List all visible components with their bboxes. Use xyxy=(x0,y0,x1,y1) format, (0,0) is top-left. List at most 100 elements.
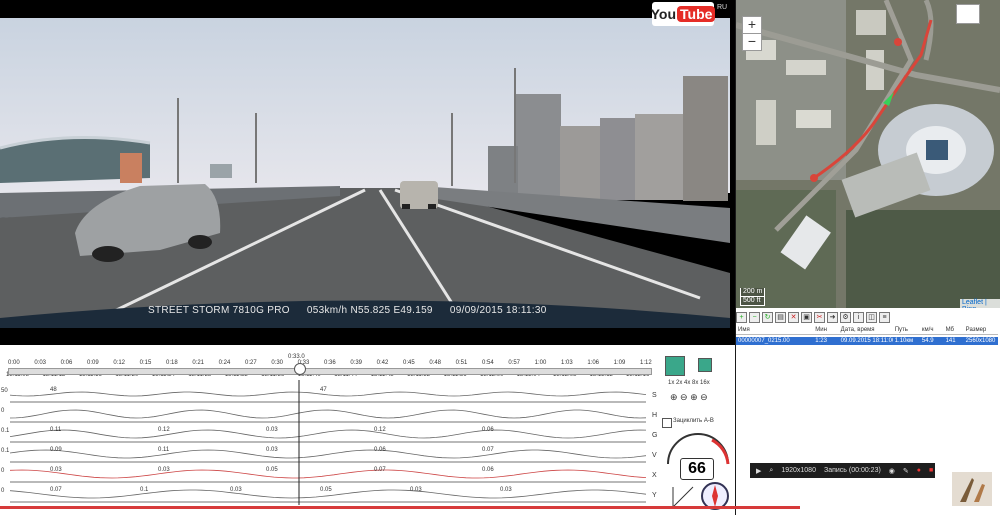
camera-icon[interactable]: ◉ xyxy=(889,467,895,475)
track-value-label: 0.03 xyxy=(410,487,422,493)
timeline-scrubber[interactable] xyxy=(8,368,652,375)
table-cell: 09.09.2015 18:11:00 xyxy=(840,338,893,344)
open-icon[interactable]: ▤ xyxy=(775,311,786,323)
pause-button[interactable] xyxy=(665,356,685,376)
layers-icon[interactable] xyxy=(956,4,980,24)
time-tick: 1:03 xyxy=(561,360,573,366)
cut-icon[interactable]: ✂ xyxy=(814,311,825,323)
telemetry-graphs[interactable]: S 50 48 47 H 0 G 0.1 0.11 0.12 0.03 0.12 0.06 V 0.1 0.0… xyxy=(0,380,660,515)
track-name: H xyxy=(652,412,657,419)
track-trace xyxy=(9,449,647,459)
track-value-label: 0.03 xyxy=(50,467,62,473)
export-icon[interactable]: ➜ xyxy=(827,311,838,323)
track-value-label: 0.1 xyxy=(140,487,149,493)
zoom-in-button[interactable]: + xyxy=(742,16,762,34)
satellite-map[interactable]: + − xyxy=(736,0,1000,308)
track-scale: 0 xyxy=(1,488,5,494)
track-value-label: 0.09 xyxy=(50,447,62,453)
track-trace xyxy=(9,391,647,397)
time-tick: 0:45 xyxy=(403,360,415,366)
track-trace xyxy=(9,429,647,439)
track-value-label: 0.03 xyxy=(266,427,278,433)
time-tick: 0:27 xyxy=(245,360,257,366)
stop-button[interactable] xyxy=(698,358,712,372)
column-header[interactable]: Дата, время xyxy=(839,326,893,334)
track-scale: 0.1 xyxy=(1,448,10,454)
time-tick: 0:15 xyxy=(139,360,152,366)
track-scale: 0.1 xyxy=(1,428,10,434)
remove-file-icon[interactable]: − xyxy=(749,311,760,323)
save-icon[interactable]: ▣ xyxy=(801,311,812,323)
refresh-icon[interactable]: ↻ xyxy=(762,311,773,323)
time-tick: 0:06 xyxy=(60,360,73,366)
list-view-icon[interactable]: ≡ xyxy=(879,311,890,323)
track-trace xyxy=(9,409,647,419)
youtube-region: RU xyxy=(717,4,728,11)
stop-record-icon[interactable]: ■ xyxy=(929,467,933,474)
play-icon[interactable]: ▶ xyxy=(756,467,761,475)
add-file-icon[interactable]: + xyxy=(736,311,747,323)
edit-icon[interactable]: ✎ xyxy=(903,467,909,475)
time-tick: 0:30 xyxy=(271,360,284,366)
current-time: 0:33.0 xyxy=(288,354,305,360)
time-tick: 0:24 xyxy=(218,360,231,366)
table-row[interactable]: 00000007_0215.00 1:23 09.09.2015 18:11:00 1… xyxy=(736,337,998,345)
track-value-label: 0.05 xyxy=(266,467,278,473)
track-value-label: 0.03 xyxy=(266,447,278,453)
table-cell: 2560x1080 xyxy=(965,338,996,344)
track-scale: 50 xyxy=(1,388,8,394)
map-scale: 200 m 500 ft xyxy=(740,288,766,306)
table-cell: 141 xyxy=(945,338,956,344)
track-value-label: 0.06 xyxy=(374,447,386,453)
video-player[interactable]: STREET STORM 7810G PRO 053km/h N55.825 E… xyxy=(0,0,735,345)
playhead-handle[interactable] xyxy=(294,363,306,375)
track-value-label: 0.03 xyxy=(500,487,512,493)
track-value-label: 0.11 xyxy=(158,447,170,453)
time-tick: 0:36 xyxy=(324,360,336,366)
delete-icon[interactable]: ✕ xyxy=(788,311,799,323)
column-header[interactable]: Мин xyxy=(813,326,838,334)
track-name: V xyxy=(652,452,657,459)
record-status: Запись (00:00:23) xyxy=(823,467,881,474)
time-tick: 0:57 xyxy=(508,360,521,366)
track-value-label: 0.12 xyxy=(374,427,386,433)
record-icon[interactable]: ● xyxy=(917,467,921,474)
column-header[interactable]: Мб xyxy=(944,326,964,334)
column-header[interactable]: Путь xyxy=(893,326,920,334)
track-value-label: 0.12 xyxy=(158,427,170,433)
time-tick: 0:09 xyxy=(87,360,99,366)
table-cell: 00000007_0215.00 xyxy=(738,338,790,344)
time-tick: 0:18 xyxy=(166,360,178,366)
resolution-label[interactable]: 1920x1080 xyxy=(781,467,816,474)
track-value-label: 48 xyxy=(50,387,57,393)
track-name: G xyxy=(652,432,657,439)
scale-feet: 500 ft xyxy=(740,297,766,306)
column-header[interactable]: км/ч xyxy=(920,326,944,334)
time-tick: 0:21 xyxy=(192,360,205,366)
speed-readout: 66 xyxy=(680,458,714,480)
track-value-label: 0.05 xyxy=(320,487,332,493)
search-icon[interactable]: ⌕ xyxy=(769,467,773,475)
track-value-label: 0.07 xyxy=(482,447,494,453)
speed-multipliers[interactable]: 1x 2x 4x 8x 16x xyxy=(668,380,710,386)
map-view-icon[interactable]: ◫ xyxy=(866,311,877,323)
table-cell: 1:23 xyxy=(815,338,827,344)
track-name: Y xyxy=(652,492,657,499)
video-frame xyxy=(0,18,730,328)
track-value-label: 0.06 xyxy=(482,427,494,433)
youtube-logo: You Tube xyxy=(651,2,716,26)
track-name: X xyxy=(652,472,657,479)
info-icon[interactable]: i xyxy=(853,311,864,323)
time-tick: 0:03 xyxy=(34,360,47,366)
column-header[interactable]: Имя xyxy=(736,326,813,334)
zoom-timeline-icons[interactable]: ⊕ ⊖ ⊕ ⊖ xyxy=(670,392,708,403)
column-header[interactable]: Размер xyxy=(964,326,998,334)
time-tick: 1:00 xyxy=(534,360,547,366)
scale-meters: 200 m xyxy=(740,288,766,297)
time-tick: 1:09 xyxy=(613,360,626,366)
track-scale: 0 xyxy=(1,408,5,414)
channel-avatar xyxy=(952,472,992,506)
track-value-label: 0.07 xyxy=(374,467,386,473)
settings-icon[interactable]: ⚙ xyxy=(840,311,851,323)
zoom-out-button[interactable]: − xyxy=(742,33,762,51)
